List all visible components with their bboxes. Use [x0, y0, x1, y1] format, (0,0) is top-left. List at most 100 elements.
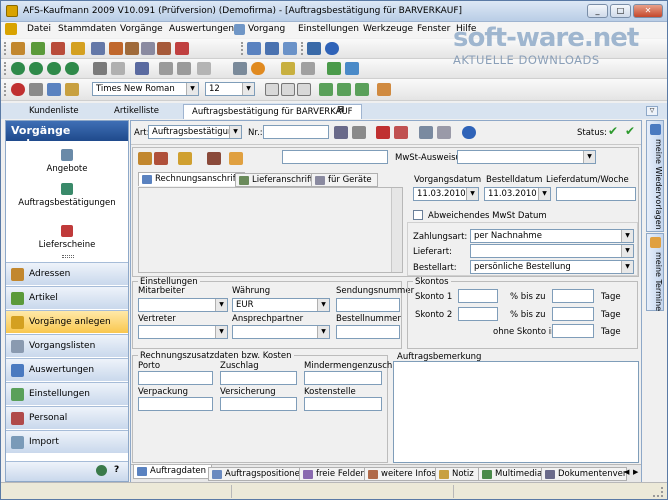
underline-icon[interactable]: [297, 83, 311, 96]
help-nav-icon[interactable]: ?: [114, 465, 119, 475]
copy-record-icon[interactable]: [111, 62, 125, 75]
sidebar-action-angebote[interactable]: Angebote: [6, 149, 128, 174]
status-check-icon[interactable]: ✔: [608, 124, 618, 138]
sidebar-item-personal[interactable]: Personal: [6, 406, 128, 429]
print-doc-icon[interactable]: [334, 126, 348, 139]
zoom-icon[interactable]: [233, 62, 247, 75]
sidebar-action-lieferscheine[interactable]: Lieferscheine: [6, 225, 128, 250]
pen-icon[interactable]: [281, 62, 295, 75]
align-center-icon[interactable]: [337, 83, 351, 96]
menu-datei[interactable]: Datei: [27, 24, 51, 34]
tabs-scroll-right-icon[interactable]: ▶: [633, 468, 638, 476]
convert-icon[interactable]: [419, 126, 433, 139]
sidebar-item-import[interactable]: Import: [6, 430, 128, 453]
vorgangsdatum-picker[interactable]: 11.03.2010 ▼: [413, 187, 479, 201]
print-preview-icon[interactable]: [197, 62, 211, 75]
mwst-select[interactable]: ▼: [457, 150, 596, 164]
skonto2-percent-input[interactable]: [458, 307, 498, 321]
tab-multimedia[interactable]: Multimedia: [478, 467, 549, 481]
address-scrollbar[interactable]: [391, 188, 402, 272]
skonto2-days-input[interactable]: [552, 307, 594, 321]
paste-icon[interactable]: [65, 83, 79, 96]
close-button[interactable]: ✕: [633, 4, 663, 18]
tab-lieferanschrift[interactable]: Lieferanschrift: [235, 173, 320, 187]
customer-number-input[interactable]: [282, 150, 388, 164]
chart-icon[interactable]: [175, 42, 189, 55]
pdf-icon[interactable]: [376, 126, 390, 139]
address-textarea[interactable]: [138, 187, 403, 273]
art-select[interactable]: Auftragsbestätigung ▼: [148, 125, 242, 139]
address-icon[interactable]: [11, 42, 25, 55]
lieferdatum-input[interactable]: [556, 187, 636, 201]
sidebar-item-artikel[interactable]: Artikel: [6, 286, 128, 309]
nr-input[interactable]: [263, 125, 329, 139]
copy-icon[interactable]: [47, 83, 61, 96]
remark-textarea[interactable]: [393, 361, 639, 463]
skonto1-days-input[interactable]: [552, 289, 594, 303]
tab-fuer-geraete[interactable]: für Geräte: [311, 173, 378, 187]
mindermengenzuschlag-input[interactable]: [304, 371, 382, 385]
help-icon[interactable]: [325, 42, 339, 55]
last-record-icon[interactable]: [65, 62, 79, 75]
tab-dokumentenverwaltung[interactable]: Dokumentenver: [541, 467, 627, 481]
right-tab-wiedervorlagen[interactable]: meine Wiedervorlagen: [646, 120, 664, 232]
skonto1-percent-input[interactable]: [458, 289, 498, 303]
save-icon[interactable]: [159, 62, 173, 75]
tab-auftragsbestaetigung[interactable]: Auftragsbestätigung für BARVERKAUF: [183, 104, 362, 119]
menu-vorgang[interactable]: Vorgang: [248, 24, 285, 34]
menu-stammdaten[interactable]: Stammdaten: [58, 24, 116, 34]
article-icon[interactable]: [31, 42, 45, 55]
font-name-select[interactable]: Times New Roman ▼: [92, 82, 199, 96]
tab-kundenliste[interactable]: Kundenliste: [21, 104, 87, 119]
bullet-icon[interactable]: [377, 83, 391, 96]
clear-icon[interactable]: [11, 83, 25, 96]
lieferart-select[interactable]: ▼: [470, 244, 634, 258]
verpackung-input[interactable]: [138, 397, 213, 411]
export-icon[interactable]: [327, 62, 341, 75]
sendungsnummer-input[interactable]: [336, 298, 400, 312]
new-icon[interactable]: [93, 62, 107, 75]
edit-icon[interactable]: [71, 42, 85, 55]
archive-icon[interactable]: [437, 126, 451, 139]
vertreter-select[interactable]: ▼: [138, 325, 228, 339]
right-tab-termine[interactable]: meine Termine: [646, 233, 664, 311]
bestellart-select[interactable]: persönliche Bestellung ▼: [470, 260, 634, 274]
maximize-button[interactable]: □: [610, 4, 631, 18]
tab-auftragdaten[interactable]: Auftragdaten: [133, 465, 213, 479]
receipt-icon[interactable]: [157, 42, 171, 55]
resize-grip[interactable]: [653, 487, 663, 497]
globe-nav-icon[interactable]: [96, 465, 107, 476]
porto-input[interactable]: [138, 371, 213, 385]
tab-notiz[interactable]: Notiz: [435, 467, 480, 481]
edit-record-icon[interactable]: [135, 62, 149, 75]
abw-mwst-checkbox[interactable]: [413, 210, 423, 220]
window-icon[interactable]: [247, 42, 261, 55]
tab-auftragspositionen[interactable]: Auftragspositionen: [208, 467, 312, 481]
tile-icon[interactable]: [265, 42, 279, 55]
menu-fenster[interactable]: Fenster: [417, 24, 450, 34]
cut-icon[interactable]: [29, 83, 43, 96]
customer-search-icon[interactable]: [154, 152, 168, 165]
tab-close-icon[interactable]: ⊠: [337, 105, 345, 115]
document-icon[interactable]: [51, 42, 65, 55]
mdi-app-icon[interactable]: [5, 23, 17, 35]
lifebuoy-icon[interactable]: [251, 62, 265, 75]
cancel-icon[interactable]: [177, 62, 191, 75]
menu-werkzeuge[interactable]: Werkzeuge: [363, 24, 413, 34]
sidebar-splitter[interactable]: [62, 255, 74, 258]
cart-icon[interactable]: [109, 42, 123, 55]
sidebar-item-auswertungen[interactable]: Auswertungen: [6, 358, 128, 381]
customer-edit-icon[interactable]: [178, 152, 192, 165]
bestellnummer-input[interactable]: [336, 325, 400, 339]
menu-einstellungen[interactable]: Einstellungen: [298, 24, 359, 34]
ohne-skonto-input[interactable]: [552, 324, 594, 338]
prev-record-icon[interactable]: [29, 62, 43, 75]
customer-lock-icon[interactable]: [229, 152, 243, 165]
dropdown-icon[interactable]: [91, 42, 105, 55]
minimize-button[interactable]: _: [587, 4, 608, 18]
menu-auswertungen[interactable]: Auswertungen: [169, 24, 234, 34]
arrow-left-icon[interactable]: [301, 62, 315, 75]
customer-notes-icon[interactable]: [207, 152, 221, 165]
align-right-icon[interactable]: [355, 83, 369, 96]
waehrung-select[interactable]: EUR ▼: [232, 298, 330, 312]
